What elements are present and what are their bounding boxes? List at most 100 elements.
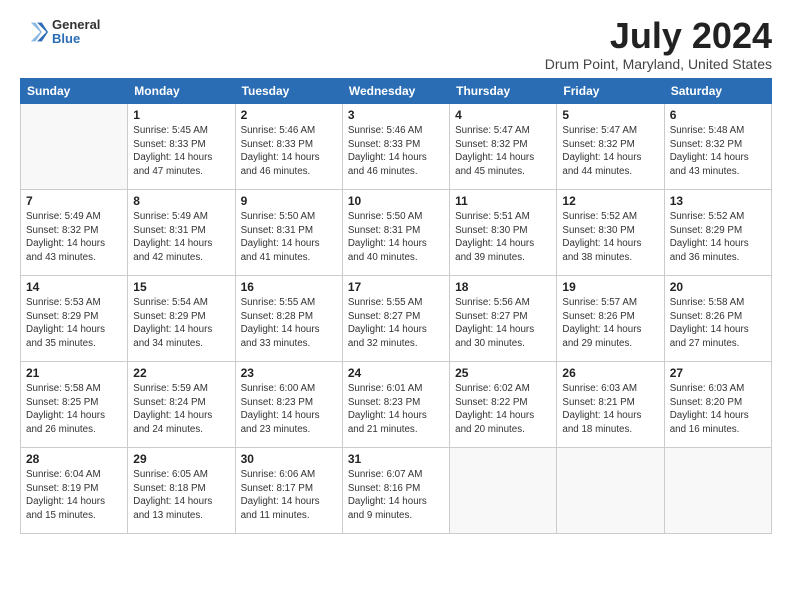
table-row: 4Sunrise: 5:47 AMSunset: 8:32 PMDaylight… (450, 104, 557, 190)
table-row: 15 Sunrise: 5:54 AMSunset: 8:29 PMDayligh… (128, 276, 235, 362)
day-number: 4 (455, 108, 551, 122)
calendar-week-4: 28Sunrise: 6:04 AMSunset: 8:19 PMDayligh… (21, 448, 772, 534)
table-row: 5 Sunrise: 5:47 AMSunset: 8:32 PMDaylight… (557, 104, 664, 190)
table-row: 31 Sunrise: 6:07 AMSunset: 8:16 PMDayligh… (342, 448, 449, 534)
day-info: Sunrise: 5:49 AMSunset: 8:31 PMDaylight:… (133, 210, 229, 264)
day-number: 23 (241, 366, 337, 380)
logo: General Blue (20, 18, 100, 47)
table-row: 30Sunrise: 6:06 AMSunset: 8:17 PMDayligh… (235, 448, 342, 534)
table-row: 11 Sunrise: 5:51 AMSunset: 8:30 PMDayligh… (450, 190, 557, 276)
table-row: 14 Sunrise: 5:53 AMSunset: 8:29 PMDayligh… (21, 276, 128, 362)
day-number: 28 (26, 452, 122, 466)
table-row: 29Sunrise: 6:05 AMSunset: 8:18 PMDayligh… (128, 448, 235, 534)
day-number: 16 (241, 280, 337, 294)
day-info: Sunrise: 5:46 AMSunset: 8:33 PMDaylight:… (241, 124, 337, 178)
day-number: 17 (348, 280, 444, 294)
day-info: Sunrise: 6:07 AMSunset: 8:16 PMDaylight:… (348, 468, 444, 522)
col-thursday: Thursday (450, 79, 557, 104)
location: Drum Point, Maryland, United States (545, 56, 772, 72)
table-row: 3 Sunrise: 5:46 AMSunset: 8:33 PMDaylight… (342, 104, 449, 190)
col-saturday: Saturday (664, 79, 771, 104)
col-sunday: Sunday (21, 79, 128, 104)
table-row: 6 Sunrise: 5:48 AMSunset: 8:32 PMDaylight… (664, 104, 771, 190)
table-row (450, 448, 557, 534)
day-number: 18 (455, 280, 551, 294)
day-info: Sunrise: 5:54 AMSunset: 8:29 PMDaylight:… (133, 296, 229, 350)
day-number: 19 (562, 280, 658, 294)
day-info: Sunrise: 5:48 AMSunset: 8:32 PMDaylight:… (670, 124, 766, 178)
logo-line2: Blue (52, 32, 100, 46)
day-info: Sunrise: 5:58 AMSunset: 8:25 PMDaylight:… (26, 382, 122, 436)
table-row: 21 Sunrise: 5:58 AMSunset: 8:25 PMDayligh… (21, 362, 128, 448)
logo-text: General Blue (52, 18, 100, 47)
day-number: 7 (26, 194, 122, 208)
day-info: Sunrise: 5:50 AMSunset: 8:31 PMDaylight:… (348, 210, 444, 264)
calendar-week-1: 7Sunrise: 5:49 AMSunset: 8:32 PMDaylight… (21, 190, 772, 276)
day-number: 24 (348, 366, 444, 380)
table-row: 22Sunrise: 5:59 AMSunset: 8:24 PMDayligh… (128, 362, 235, 448)
table-row: 17 Sunrise: 5:55 AMSunset: 8:27 PMDayligh… (342, 276, 449, 362)
header: General Blue July 2024 Drum Point, Maryl… (20, 18, 772, 72)
day-info: Sunrise: 5:47 AMSunset: 8:32 PMDaylight:… (562, 124, 658, 178)
day-info: Sunrise: 5:55 AMSunset: 8:27 PMDaylight:… (348, 296, 444, 350)
day-info: Sunrise: 5:55 AMSunset: 8:28 PMDaylight:… (241, 296, 337, 350)
day-info: Sunrise: 5:57 AMSunset: 8:26 PMDaylight:… (562, 296, 658, 350)
day-number: 21 (26, 366, 122, 380)
day-number: 13 (670, 194, 766, 208)
calendar-header-row: Sunday Monday Tuesday Wednesday Thursday… (21, 79, 772, 104)
col-wednesday: Wednesday (342, 79, 449, 104)
col-friday: Friday (557, 79, 664, 104)
day-number: 20 (670, 280, 766, 294)
day-info: Sunrise: 5:53 AMSunset: 8:29 PMDaylight:… (26, 296, 122, 350)
table-row: 2 Sunrise: 5:46 AMSunset: 8:33 PMDaylight… (235, 104, 342, 190)
day-info: Sunrise: 5:46 AMSunset: 8:33 PMDaylight:… (348, 124, 444, 178)
day-number: 6 (670, 108, 766, 122)
table-row: 8 Sunrise: 5:49 AMSunset: 8:31 PMDaylight… (128, 190, 235, 276)
day-number: 2 (241, 108, 337, 122)
table-row (557, 448, 664, 534)
day-number: 3 (348, 108, 444, 122)
table-row: 7Sunrise: 5:49 AMSunset: 8:32 PMDaylight… (21, 190, 128, 276)
day-info: Sunrise: 5:58 AMSunset: 8:26 PMDaylight:… (670, 296, 766, 350)
day-number: 14 (26, 280, 122, 294)
day-info: Sunrise: 5:52 AMSunset: 8:30 PMDaylight:… (562, 210, 658, 264)
day-info: Sunrise: 6:03 AMSunset: 8:20 PMDaylight:… (670, 382, 766, 436)
table-row: 19 Sunrise: 5:57 AMSunset: 8:26 PMDayligh… (557, 276, 664, 362)
day-number: 8 (133, 194, 229, 208)
title-block: July 2024 Drum Point, Maryland, United S… (545, 18, 772, 72)
day-info: Sunrise: 5:51 AMSunset: 8:30 PMDaylight:… (455, 210, 551, 264)
table-row: 1Sunrise: 5:45 AMSunset: 8:33 PMDaylight… (128, 104, 235, 190)
day-number: 12 (562, 194, 658, 208)
day-number: 25 (455, 366, 551, 380)
day-number: 22 (133, 366, 229, 380)
day-number: 11 (455, 194, 551, 208)
table-row: 18Sunrise: 5:56 AMSunset: 8:27 PMDayligh… (450, 276, 557, 362)
day-info: Sunrise: 6:01 AMSunset: 8:23 PMDaylight:… (348, 382, 444, 436)
day-info: Sunrise: 6:00 AMSunset: 8:23 PMDaylight:… (241, 382, 337, 436)
day-number: 1 (133, 108, 229, 122)
table-row: 10Sunrise: 5:50 AMSunset: 8:31 PMDayligh… (342, 190, 449, 276)
calendar-week-3: 21 Sunrise: 5:58 AMSunset: 8:25 PMDayligh… (21, 362, 772, 448)
col-monday: Monday (128, 79, 235, 104)
table-row: 26Sunrise: 6:03 AMSunset: 8:21 PMDayligh… (557, 362, 664, 448)
day-number: 5 (562, 108, 658, 122)
day-number: 9 (241, 194, 337, 208)
day-number: 27 (670, 366, 766, 380)
day-info: Sunrise: 5:52 AMSunset: 8:29 PMDaylight:… (670, 210, 766, 264)
table-row: 9 Sunrise: 5:50 AMSunset: 8:31 PMDaylight… (235, 190, 342, 276)
table-row: 27 Sunrise: 6:03 AMSunset: 8:20 PMDayligh… (664, 362, 771, 448)
table-row: 23 Sunrise: 6:00 AMSunset: 8:23 PMDayligh… (235, 362, 342, 448)
month-year: July 2024 (545, 18, 772, 54)
page: General Blue July 2024 Drum Point, Maryl… (0, 0, 792, 544)
day-number: 30 (241, 452, 337, 466)
calendar: Sunday Monday Tuesday Wednesday Thursday… (20, 78, 772, 534)
day-info: Sunrise: 5:50 AMSunset: 8:31 PMDaylight:… (241, 210, 337, 264)
table-row: 25 Sunrise: 6:02 AMSunset: 8:22 PMDayligh… (450, 362, 557, 448)
table-row: 20 Sunrise: 5:58 AMSunset: 8:26 PMDayligh… (664, 276, 771, 362)
day-number: 31 (348, 452, 444, 466)
day-number: 26 (562, 366, 658, 380)
day-number: 15 (133, 280, 229, 294)
day-info: Sunrise: 6:02 AMSunset: 8:22 PMDaylight:… (455, 382, 551, 436)
table-row (21, 104, 128, 190)
calendar-week-2: 14 Sunrise: 5:53 AMSunset: 8:29 PMDayligh… (21, 276, 772, 362)
